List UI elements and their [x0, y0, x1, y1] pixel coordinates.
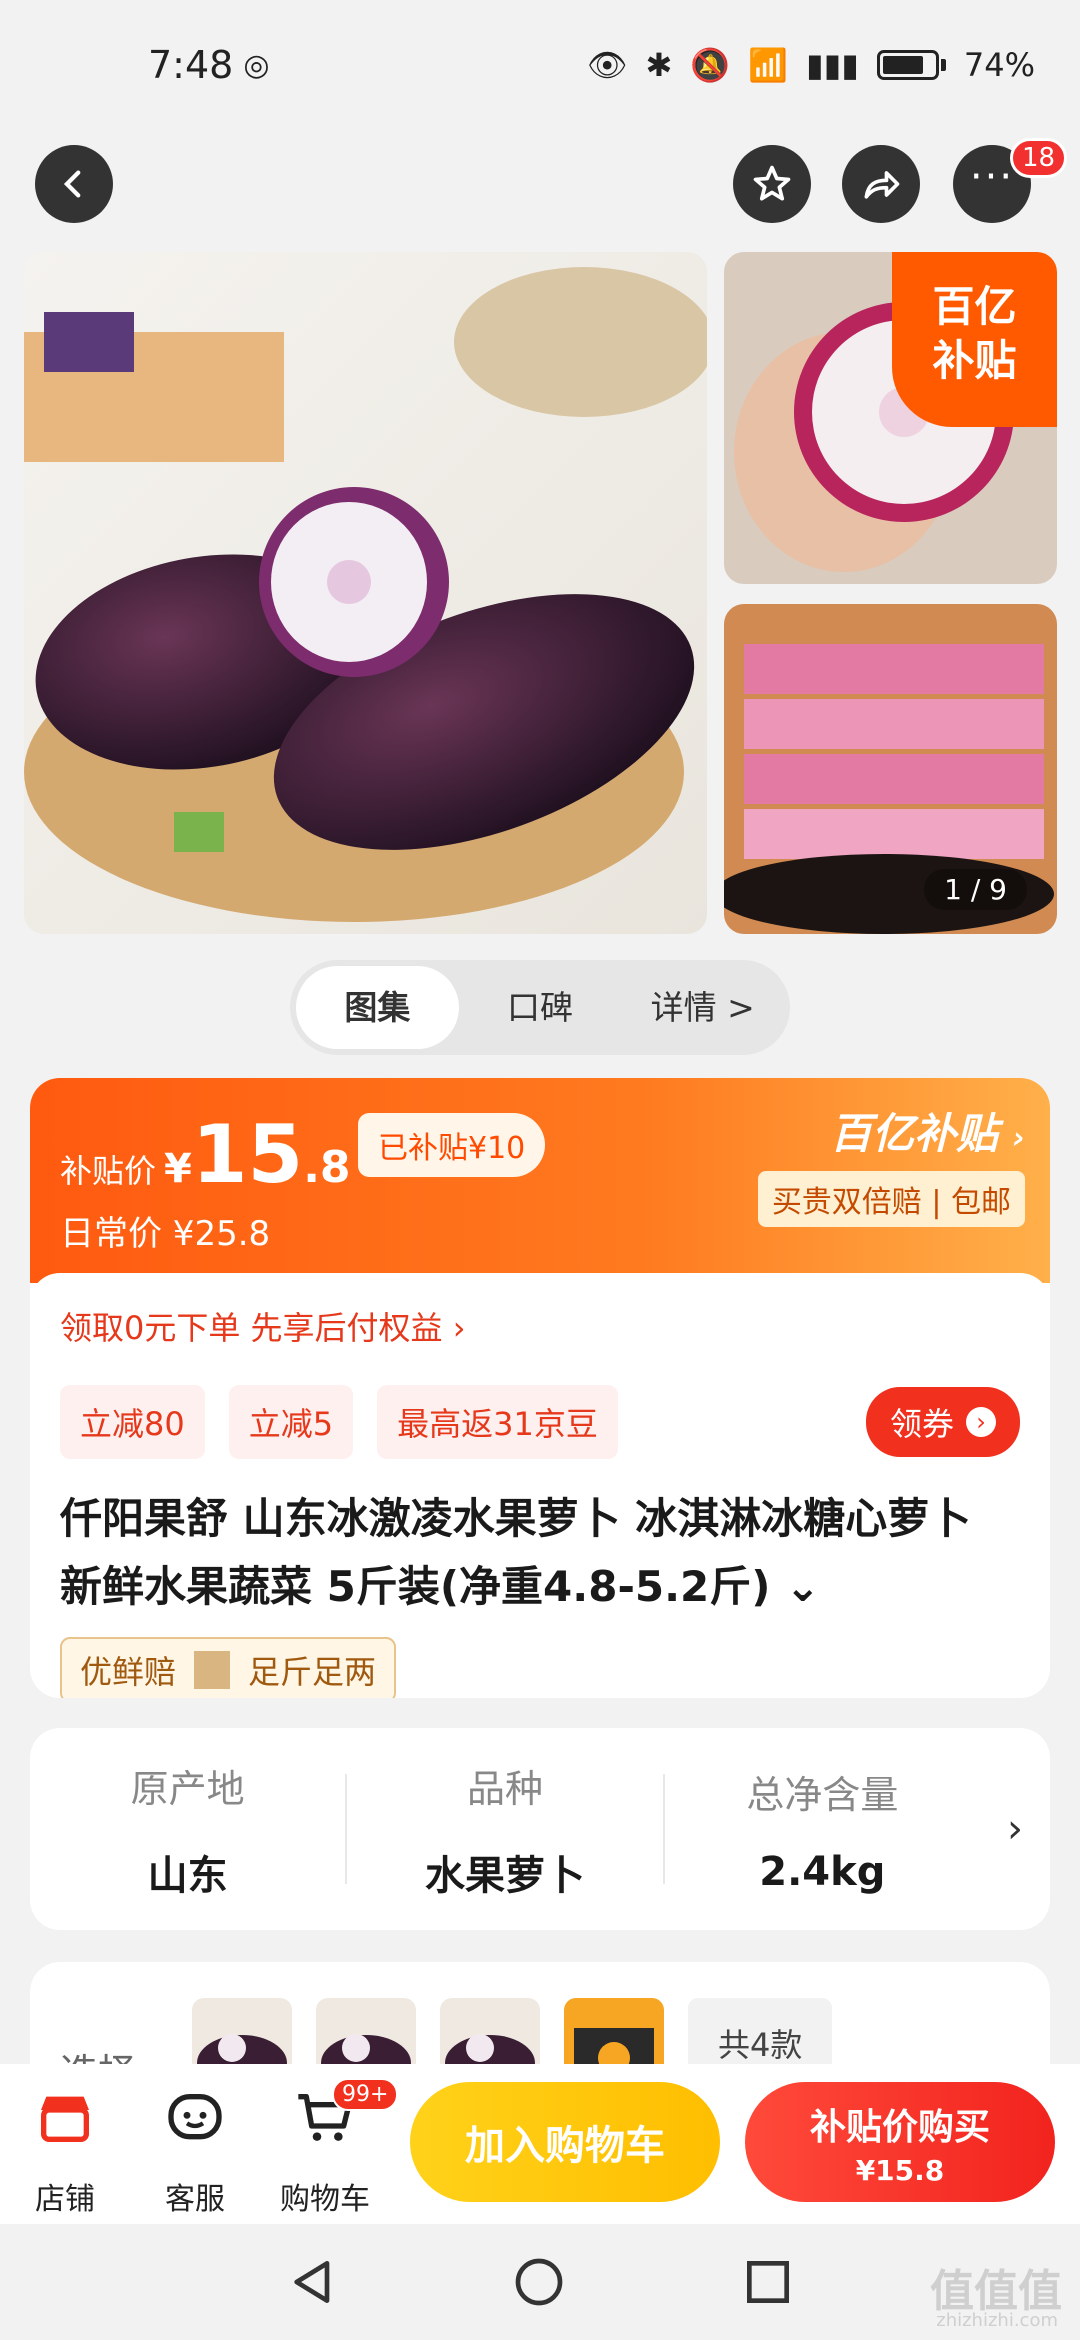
store-icon — [41, 2096, 89, 2142]
tab-details[interactable]: 详情 > — [621, 966, 784, 1049]
system-navigation-bar — [0, 2224, 1080, 2340]
chevron-circle-icon: › — [966, 1407, 996, 1437]
customer-service-label: 客服 — [165, 2182, 225, 2217]
buy-now-button[interactable]: 补贴价购买 ¥15.8 — [745, 2082, 1055, 2202]
attribute-value: 水果萝卜 — [424, 1852, 585, 1899]
subsidy-brand[interactable]: 百亿补贴 › 买贵双倍赔 | 包邮 — [757, 1100, 1025, 1227]
chevron-left-icon — [63, 170, 81, 198]
more-dots-icon: ··· — [969, 154, 1015, 200]
service-tag: 足斤足两 — [248, 1653, 377, 1691]
star-icon — [753, 165, 791, 201]
cart-label: 购物车 — [280, 2182, 370, 2217]
attribute-key: 品种 — [466, 1766, 543, 1811]
claim-coupon-label: 领券 — [889, 1405, 954, 1443]
coupon-tag[interactable]: 最高返31京豆 — [377, 1385, 618, 1459]
tag-divider — [194, 1651, 231, 1689]
product-gallery[interactable]: 百亿 补贴 1 / 9 — [0, 252, 1080, 937]
attribute-variety: 品种 水果萝卜 — [347, 1758, 662, 1901]
battery-percent: 74% — [963, 46, 1035, 84]
subsidy-brand-title: 百亿补贴 › — [758, 1100, 1025, 1161]
product-title[interactable]: 仟阳果舒 山东冰激凌水果萝卜 冰淇淋冰糖心萝卜 新鲜水果蔬菜 5斤装(净重4.8… — [60, 1485, 1020, 1621]
cart-count-badge: 99+ — [332, 2078, 399, 2111]
subsidized-amount-tag: 已补贴¥10 — [358, 1113, 546, 1177]
buy-now-label: 补贴价购买 — [809, 2107, 990, 2148]
signal-icon: ▮▮▮ — [806, 46, 859, 84]
chat-smile-icon — [168, 2094, 222, 2140]
nav-home-icon[interactable] — [511, 2254, 567, 2310]
attribute-key: 总净含量 — [746, 1772, 899, 1817]
thumbnail-image-2[interactable]: 1 / 9 — [724, 604, 1057, 934]
battery-tip — [940, 59, 946, 71]
daily-price: 日常价 ¥25.8 — [60, 1214, 271, 1254]
coupon-tag[interactable]: 立减80 — [60, 1385, 205, 1459]
service-tags[interactable]: 优鲜赔 足斤足两 — [60, 1637, 397, 1698]
coupon-row: 立减80 立减5 最高返31京豆 领券 › — [60, 1385, 1020, 1459]
thumbnail-image-1[interactable]: 百亿 补贴 — [724, 252, 1057, 584]
subsidy-guarantee: 买贵双倍赔 | 包邮 — [757, 1171, 1025, 1227]
status-icons: 👁 ✱ 🔕 📶 ▮▮▮ 74% — [587, 46, 1035, 84]
attribute-key: 原产地 — [130, 1766, 245, 1811]
status-bar: 7:48 ◎ 👁 ✱ 🔕 📶 ▮▮▮ 74% — [0, 0, 1080, 130]
back-button[interactable] — [35, 145, 113, 223]
status-time: 7:48 — [148, 43, 234, 87]
nav-back-icon[interactable] — [285, 2254, 341, 2310]
store-label: 店铺 — [35, 2182, 95, 2217]
watermark-url: zhizhizhi.com — [936, 2310, 1058, 2331]
attribute-value: 2.4kg — [759, 1848, 886, 1895]
corner-line-2: 补贴 — [932, 336, 1017, 385]
chevron-right-icon: › — [1012, 1121, 1025, 1156]
attribute-net-weight: 总净含量 2.4kg — [665, 1764, 980, 1895]
battery-icon — [876, 50, 939, 80]
price-integer: 15 — [191, 1108, 304, 1201]
subsidy-price: 补贴价 ¥ 15 .8 — [60, 1108, 351, 1201]
attribute-value: 山东 — [147, 1852, 228, 1899]
tab-reviews[interactable]: 口碑 — [459, 966, 622, 1049]
buy-now-price: ¥15.8 — [855, 2154, 945, 2187]
wifi-icon: 📶 — [748, 46, 789, 84]
subsidy-price-label: 补贴价 — [60, 1152, 157, 1190]
main-product-image[interactable] — [24, 252, 707, 934]
store-button[interactable]: 店铺 — [10, 2086, 120, 2218]
coupon-tag[interactable]: 立减5 — [228, 1385, 354, 1459]
eye-icon: 👁 — [586, 46, 628, 84]
claim-coupon-button[interactable]: 领券 › — [865, 1387, 1020, 1457]
add-to-cart-button[interactable]: 加入购物车 — [410, 2082, 720, 2202]
tab-gallery[interactable]: 图集 — [296, 966, 459, 1049]
attribute-origin: 原产地 山东 — [30, 1758, 345, 1901]
share-button[interactable] — [842, 145, 920, 223]
price-card: 补贴价 ¥ 15 .8 已补贴¥10 日常价 ¥25.8 百亿补贴 › 买贵双倍… — [30, 1078, 1050, 1698]
share-icon — [864, 171, 900, 199]
cart-button[interactable]: 99+ 购物车 — [270, 2078, 399, 2218]
mute-icon: 🔕 — [690, 46, 731, 84]
corner-line-1: 百亿 — [932, 282, 1017, 331]
favorite-button[interactable] — [733, 145, 811, 223]
pay-later-promo[interactable]: 领取0元下单 先享后付权益 › — [60, 1303, 1020, 1349]
bluetooth-icon: ✱ — [645, 46, 673, 84]
radish-photo-main — [24, 252, 707, 934]
bottom-action-bar: 店铺 客服 99+ 购物车 加入购物车 补贴价购买 ¥15.8 — [0, 2064, 1080, 2224]
attributes-card[interactable]: 原产地 山东 品种 水果萝卜 总净含量 2.4kg › — [30, 1728, 1050, 1930]
nav-recents-icon[interactable] — [740, 2254, 796, 2310]
message-badge: 18 — [1010, 138, 1068, 178]
customer-service-button[interactable]: 客服 — [140, 2086, 250, 2218]
price-currency: ¥ — [164, 1146, 192, 1192]
chevron-right-icon[interactable]: › — [980, 1806, 1050, 1852]
content-tabs: 图集 口碑 详情 > — [290, 960, 790, 1055]
subsidy-brand-text: 百亿补贴 — [829, 1109, 998, 1158]
image-page-counter: 1 / 9 — [924, 869, 1027, 910]
subsidy-corner-badge: 百亿 补贴 — [892, 252, 1057, 427]
service-tag: 优鲜赔 — [80, 1653, 177, 1691]
price-decimal: .8 — [303, 1142, 351, 1193]
price-banner: 补贴价 ¥ 15 .8 已补贴¥10 日常价 ¥25.8 百亿补贴 › 买贵双倍… — [30, 1078, 1050, 1283]
product-info: 领取0元下单 先享后付权益 › 立减80 立减5 最高返31京豆 领券 › 仟阳… — [30, 1273, 1050, 1698]
location-icon: ◎ — [243, 47, 270, 83]
